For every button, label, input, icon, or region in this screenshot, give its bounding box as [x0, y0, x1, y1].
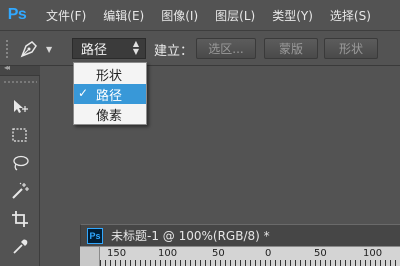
- ruler-corner: [80, 247, 100, 266]
- eyedropper-tool-icon: [13, 239, 28, 254]
- toolbox-grip[interactable]: [3, 80, 37, 84]
- magic-wand-tool-icon: [12, 182, 29, 199]
- menu-edit[interactable]: 编辑(E): [103, 7, 144, 24]
- chevron-down-icon: ▼: [46, 44, 53, 54]
- ruler-label: 50: [314, 248, 327, 259]
- photoshop-logo: Ps: [7, 6, 27, 23]
- make-shape-button[interactable]: 形状: [324, 38, 378, 59]
- menu-select[interactable]: 选择(S): [330, 7, 371, 24]
- collapse-icon[interactable]: ◂◂: [4, 63, 10, 72]
- document-ps-icon: Ps: [87, 227, 103, 244]
- menu-layer[interactable]: 图层(L): [215, 7, 255, 24]
- crop-tool-icon: [12, 211, 28, 227]
- dropdown-option-pixels[interactable]: 像素: [74, 104, 146, 124]
- lasso-tool-icon: [13, 155, 29, 171]
- ruler-label: 100: [363, 248, 383, 259]
- menu-image[interactable]: 图像(I): [161, 7, 198, 24]
- ruler-label: 50: [212, 248, 225, 259]
- tool-mode-value: 路径: [81, 43, 108, 58]
- up-down-arrows-icon: ▲ ▼: [132, 39, 139, 56]
- ruler-label: 150: [107, 248, 127, 259]
- horizontal-ruler: 150 100 50 0 50 100 150: [80, 246, 400, 266]
- make-selection-button[interactable]: 选区...: [196, 38, 256, 59]
- dropdown-option-shape[interactable]: 形状: [74, 64, 146, 84]
- menu-bar: Ps 文件(F) 编辑(E) 图像(I) 图层(L) 类型(Y) 选择(S): [0, 0, 400, 30]
- eyedropper-tool[interactable]: [7, 236, 33, 258]
- dropdown-option-label: 形状: [96, 68, 123, 84]
- tool-mode-select[interactable]: 路径 ▲ ▼: [72, 38, 146, 59]
- make-mask-button[interactable]: 蒙版: [264, 38, 318, 59]
- crop-tool[interactable]: [7, 208, 33, 230]
- ruler-label: 0: [265, 248, 272, 259]
- document-tab[interactable]: Ps 未标题-1 @ 100%(RGB/8) *: [80, 224, 400, 246]
- dropdown-option-label: 像素: [96, 108, 123, 124]
- magic-wand-tool[interactable]: [7, 180, 33, 202]
- ruler-ticks: [100, 260, 400, 266]
- marquee-tool-icon: [12, 128, 27, 142]
- document-title: 未标题-1 @ 100%(RGB/8) *: [111, 229, 270, 243]
- options-bar-grip[interactable]: [5, 39, 9, 59]
- toolbox: ◂◂: [0, 63, 40, 266]
- tool-mode-dropdown: 形状 ✓ 路径 像素: [73, 62, 147, 125]
- dropdown-option-label: 路径: [96, 88, 123, 104]
- move-tool-icon: [14, 100, 28, 113]
- menu-type[interactable]: 类型(Y): [272, 7, 313, 24]
- marquee-tool[interactable]: [7, 124, 33, 146]
- menu-file[interactable]: 文件(F): [46, 7, 86, 24]
- tool-preset-picker[interactable]: ▼: [18, 37, 66, 61]
- dropdown-option-path[interactable]: ✓ 路径: [74, 84, 146, 104]
- options-bar: ▼ 路径 ▲ ▼ 建立： 选区... 蒙版 形状: [0, 30, 400, 66]
- ruler-label: 100: [158, 248, 178, 259]
- checkmark-icon: ✓: [78, 86, 89, 100]
- build-label: 建立：: [154, 44, 194, 59]
- lasso-tool[interactable]: [7, 152, 33, 174]
- toolbox-header[interactable]: ◂◂: [0, 63, 40, 76]
- move-tool[interactable]: [7, 96, 33, 118]
- pen-tool-icon: [20, 41, 37, 58]
